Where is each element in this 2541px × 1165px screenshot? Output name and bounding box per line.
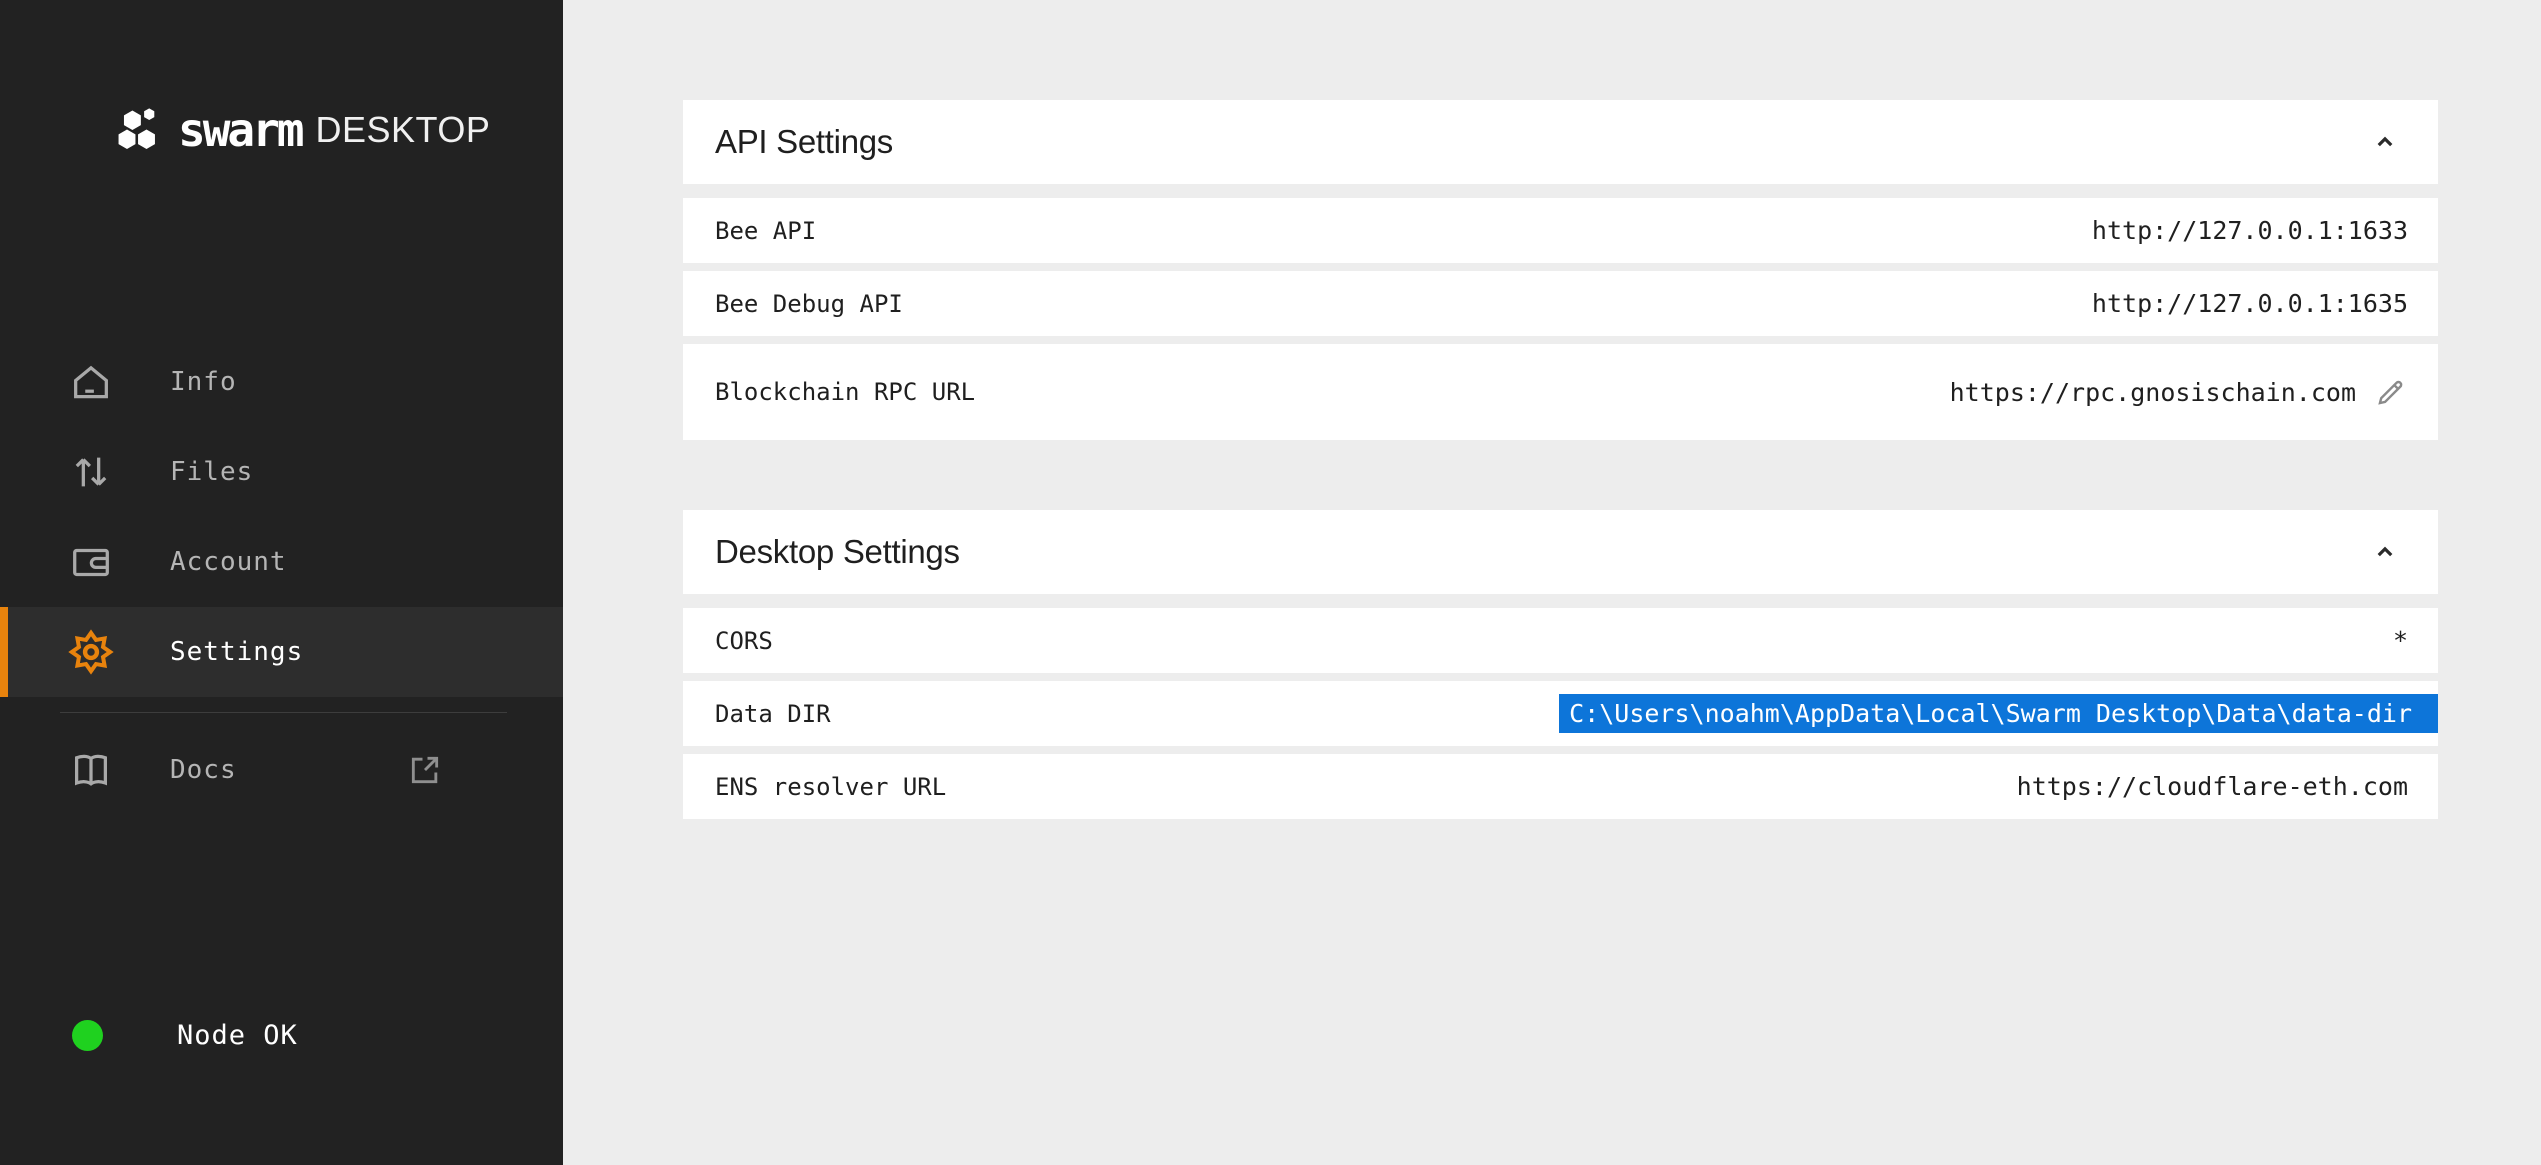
section-rows: CORS * Data DIR C:\Users\noahm\AppData\L… (683, 608, 2438, 819)
sidebar-item-settings[interactable]: Settings (0, 607, 563, 697)
row-bee-debug-api: Bee Debug API http://127.0.0.1:1635 (683, 271, 2438, 336)
row-value-selected[interactable]: C:\Users\noahm\AppData\Local\Swarm Deskt… (1559, 694, 2438, 733)
logo-text-swarm: swarm (178, 103, 301, 157)
sidebar-item-label: Settings (170, 637, 303, 667)
arrows-updown-icon (68, 449, 114, 495)
row-label: Bee Debug API (715, 290, 903, 318)
sidebar-nav: Info Files Account (0, 337, 563, 697)
row-blockchain-rpc-url: Blockchain RPC URL https://rpc.gnosischa… (683, 344, 2438, 440)
swarm-hexagons-icon (114, 104, 166, 156)
app-window: swarm DESKTOP Info Files (0, 0, 2541, 1165)
row-label: ENS resolver URL (715, 773, 946, 801)
sidebar-item-label: Docs (170, 755, 237, 785)
row-bee-api: Bee API http://127.0.0.1:1633 (683, 198, 2438, 263)
sidebar-item-account[interactable]: Account (0, 517, 563, 607)
logo-text-desktop: DESKTOP (315, 109, 490, 151)
row-value-wrap: https://rpc.gnosischain.com (1950, 375, 2408, 409)
row-cors: CORS * (683, 608, 2438, 673)
row-label: CORS (715, 627, 773, 655)
book-icon (68, 747, 114, 793)
gear-icon (68, 629, 114, 675)
sidebar-item-label: Account (170, 547, 287, 577)
sidebar-item-label: Files (170, 457, 253, 487)
row-value: http://127.0.0.1:1633 (2092, 216, 2408, 245)
sidebar-divider (60, 712, 507, 713)
row-label: Data DIR (715, 700, 831, 728)
row-value: https://cloudflare-eth.com (2017, 772, 2408, 801)
node-status-label: Node OK (177, 1020, 298, 1051)
app-logo: swarm DESKTOP (114, 100, 563, 160)
pencil-icon[interactable] (2374, 375, 2408, 409)
section-header-api-settings[interactable]: API Settings (683, 100, 2438, 184)
external-link-icon[interactable] (405, 750, 445, 790)
row-value: * (2393, 626, 2408, 655)
node-status-green-dot-icon (72, 1020, 103, 1051)
sidebar: swarm DESKTOP Info Files (0, 0, 563, 1165)
row-label: Blockchain RPC URL (715, 378, 975, 406)
row-label: Bee API (715, 217, 816, 245)
sidebar-item-files[interactable]: Files (0, 427, 563, 517)
wallet-icon (68, 539, 114, 585)
chevron-up-icon[interactable] (2370, 127, 2400, 157)
section-desktop-settings: Desktop Settings CORS * Data DIR C:\User… (683, 510, 2438, 819)
section-api-settings: API Settings Bee API http://127.0.0.1:16… (683, 100, 2438, 440)
home-icon (68, 359, 114, 405)
chevron-up-icon[interactable] (2370, 537, 2400, 567)
row-ens-resolver-url: ENS resolver URL https://cloudflare-eth.… (683, 754, 2438, 819)
section-title: API Settings (715, 123, 893, 161)
section-title: Desktop Settings (715, 533, 960, 571)
sidebar-item-label: Info (170, 367, 237, 397)
main-content: API Settings Bee API http://127.0.0.1:16… (563, 0, 2541, 1165)
sidebar-item-docs[interactable]: Docs (0, 725, 563, 815)
row-data-dir: Data DIR C:\Users\noahm\AppData\Local\Sw… (683, 681, 2438, 746)
node-status[interactable]: Node OK (0, 1005, 563, 1065)
section-header-desktop-settings[interactable]: Desktop Settings (683, 510, 2438, 594)
row-value: http://127.0.0.1:1635 (2092, 289, 2408, 318)
section-rows: Bee API http://127.0.0.1:1633 Bee Debug … (683, 198, 2438, 440)
row-value: https://rpc.gnosischain.com (1950, 378, 2356, 407)
sidebar-item-info[interactable]: Info (0, 337, 563, 427)
